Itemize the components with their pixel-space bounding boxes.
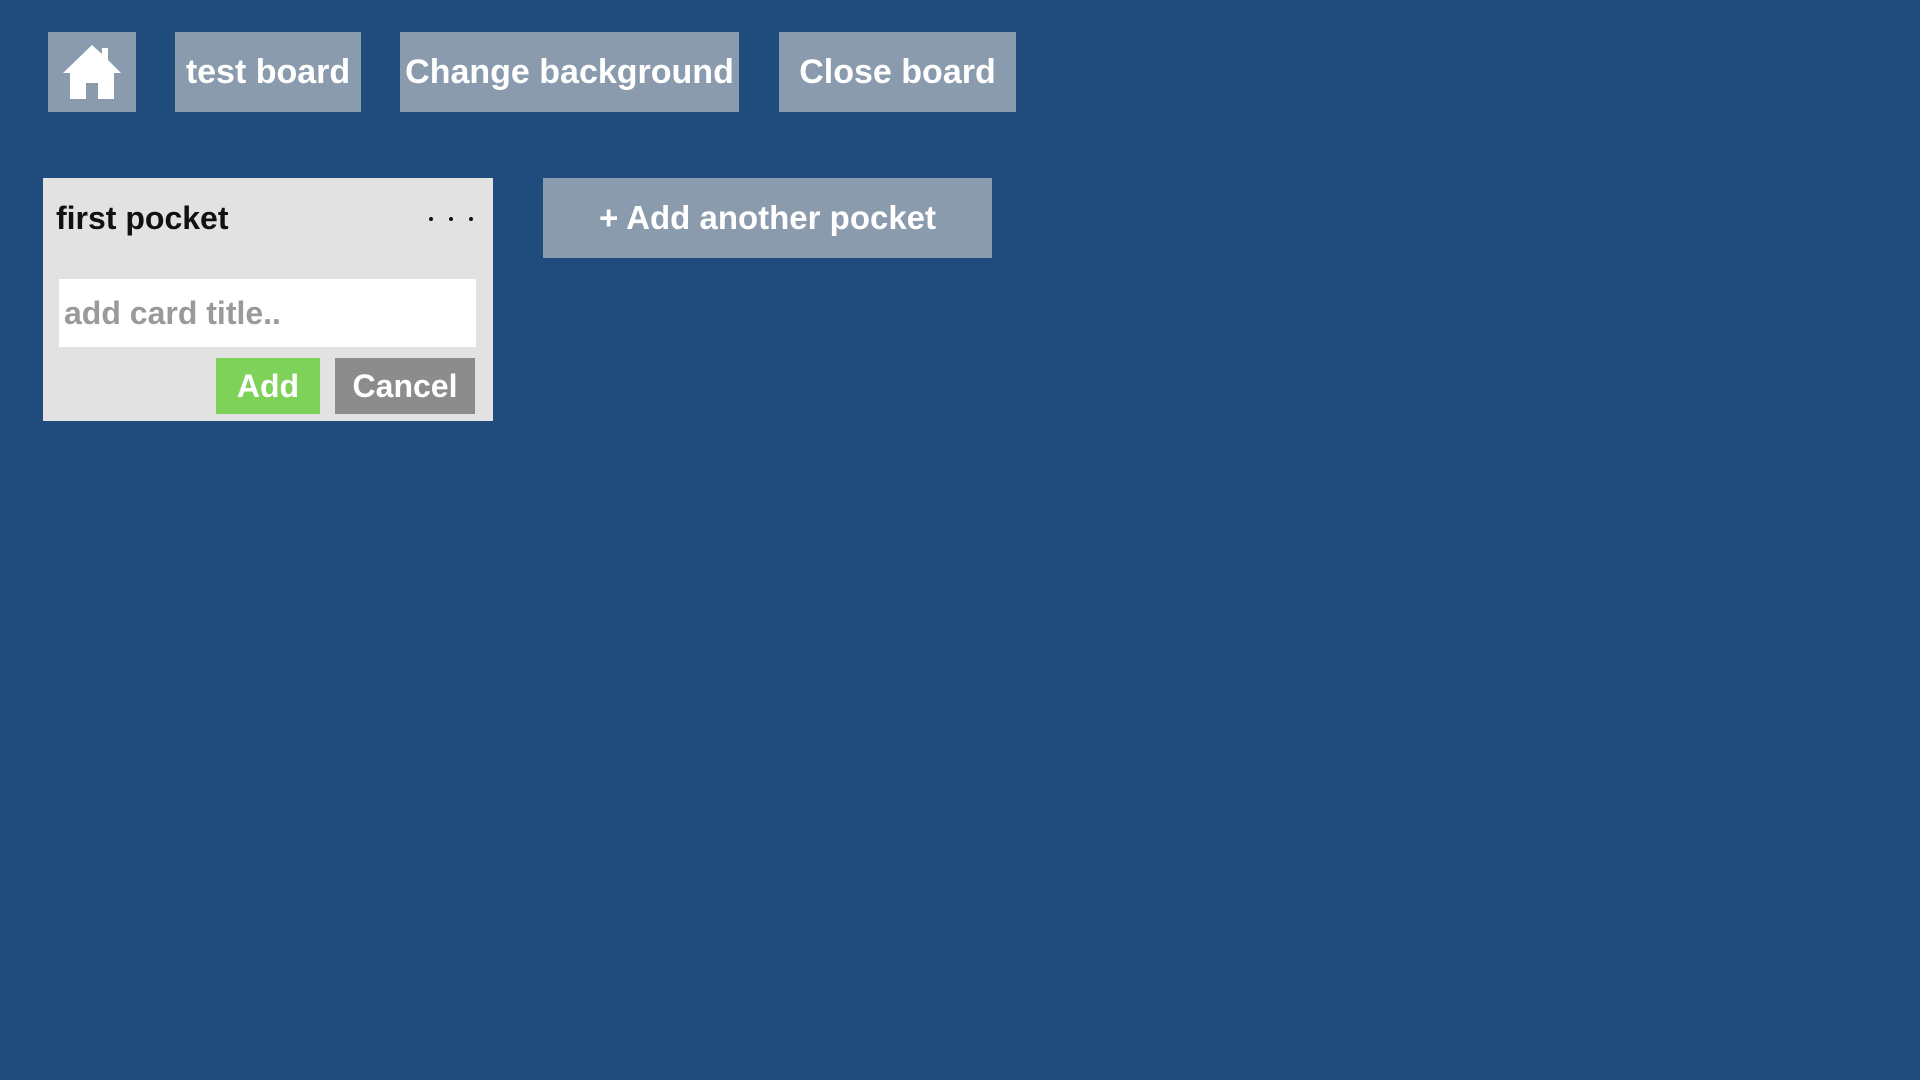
more-horizontal-icon-dot bbox=[429, 217, 433, 221]
add-card-button[interactable]: Add bbox=[216, 358, 320, 414]
pocket: first pocket Add Cancel bbox=[43, 178, 493, 421]
change-background-button[interactable]: Change background bbox=[400, 32, 739, 112]
cancel-button[interactable]: Cancel bbox=[335, 358, 475, 414]
home-button[interactable] bbox=[48, 32, 136, 112]
close-board-label: Close board bbox=[799, 52, 996, 91]
close-board-button[interactable]: Close board bbox=[779, 32, 1016, 112]
add-pocket-button[interactable]: + Add another pocket bbox=[543, 178, 992, 258]
board-name-button[interactable]: test board bbox=[175, 32, 361, 112]
add-card-label: Add bbox=[236, 367, 300, 404]
board-name-label: test board bbox=[185, 52, 351, 91]
pocket-menu-button[interactable] bbox=[429, 204, 473, 234]
more-horizontal-icon-dot bbox=[449, 217, 453, 221]
card-title-input[interactable] bbox=[59, 279, 476, 347]
pocket-title[interactable]: first pocket bbox=[56, 200, 228, 237]
board-canvas: test board Change background Close board… bbox=[0, 0, 1920, 1080]
home-icon bbox=[63, 45, 121, 99]
more-horizontal-icon-dot bbox=[469, 217, 473, 221]
change-background-label: Change background bbox=[405, 52, 734, 91]
add-pocket-label: + Add another pocket bbox=[598, 199, 937, 236]
cancel-label: Cancel bbox=[352, 367, 458, 404]
